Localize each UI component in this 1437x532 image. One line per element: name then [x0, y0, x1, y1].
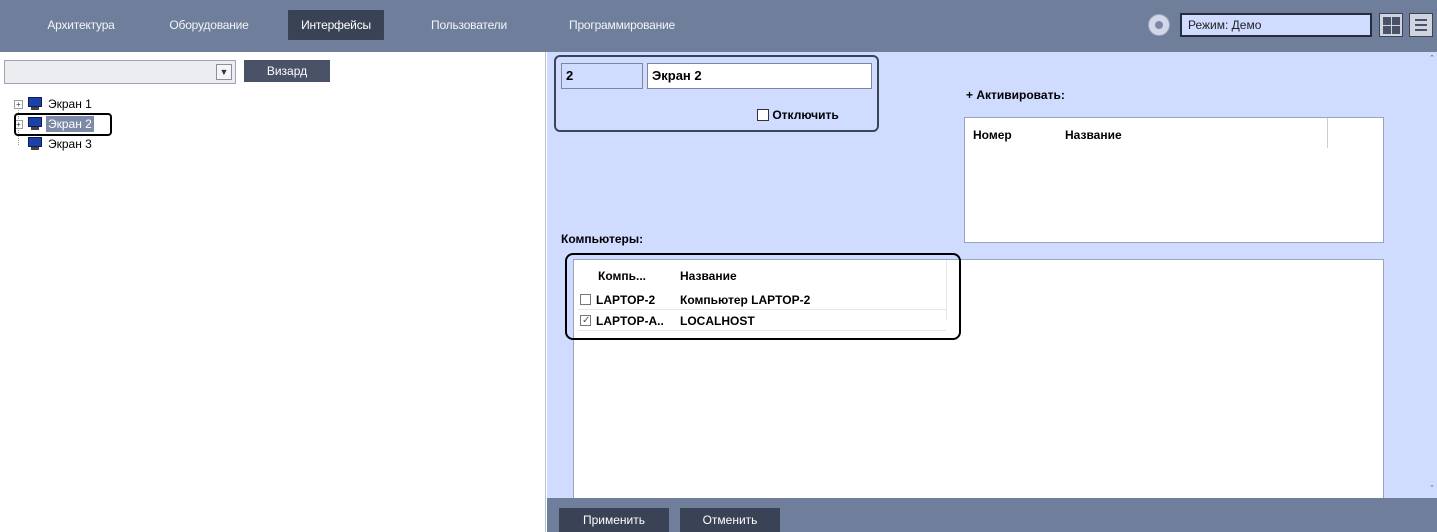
- cancel-button[interactable]: Отменить: [680, 508, 780, 532]
- column-header-number[interactable]: Номер: [973, 128, 1012, 142]
- screen-number-field[interactable]: 2: [561, 63, 643, 89]
- tab-users[interactable]: Пользователи: [410, 10, 528, 40]
- column-divider: [1327, 118, 1328, 148]
- disable-checkbox[interactable]: [757, 109, 769, 121]
- highlight-frame: [14, 113, 112, 136]
- tab-interfaces[interactable]: Интерфейсы: [288, 10, 384, 40]
- computers-label: Компьютеры:: [561, 232, 644, 246]
- highlight-frame: [565, 253, 961, 340]
- monitor-icon: [28, 137, 42, 150]
- scroll-up-icon[interactable]: ˆ: [1427, 54, 1437, 64]
- screen-name-field[interactable]: Экран 2: [647, 63, 872, 89]
- expand-icon[interactable]: +: [14, 100, 23, 109]
- scroll-down-icon[interactable]: ˇ: [1427, 484, 1437, 494]
- tree-item-screen-1[interactable]: + Экран 1: [14, 96, 214, 112]
- monitor-icon: [28, 97, 42, 110]
- tree-item-label: Экран 1: [48, 97, 92, 111]
- mode-settings-icon[interactable]: [1148, 14, 1170, 36]
- tab-programming[interactable]: Программирование: [552, 10, 692, 40]
- tab-architecture[interactable]: Архитектура: [22, 10, 140, 40]
- tree-item-label: Экран 3: [48, 137, 92, 151]
- tab-equipment[interactable]: Оборудование: [148, 10, 270, 40]
- hamburger-menu-icon[interactable]: [1409, 13, 1433, 37]
- chevron-down-icon[interactable]: ▼: [216, 64, 232, 80]
- disable-label: Отключить: [772, 108, 839, 122]
- activate-label[interactable]: + Активировать:: [966, 88, 1065, 102]
- main-menu-bar: Архитектура Оборудование Интерфейсы Поль…: [0, 0, 1437, 52]
- disable-checkbox-row[interactable]: Отключить: [757, 108, 839, 124]
- apply-button[interactable]: Применить: [559, 508, 669, 532]
- column-header-name[interactable]: Название: [1065, 128, 1122, 142]
- object-type-select[interactable]: ▼: [4, 60, 236, 84]
- tree-item-screen-3[interactable]: Экран 3: [14, 136, 214, 152]
- vertical-scrollbar[interactable]: ˆ ˇ: [1427, 52, 1437, 498]
- mode-field[interactable]: Режим: Демо: [1180, 13, 1372, 37]
- wizard-button[interactable]: Визард: [244, 60, 330, 82]
- activate-table[interactable]: Номер Название: [964, 117, 1384, 243]
- layout-grid-icon[interactable]: [1379, 13, 1403, 37]
